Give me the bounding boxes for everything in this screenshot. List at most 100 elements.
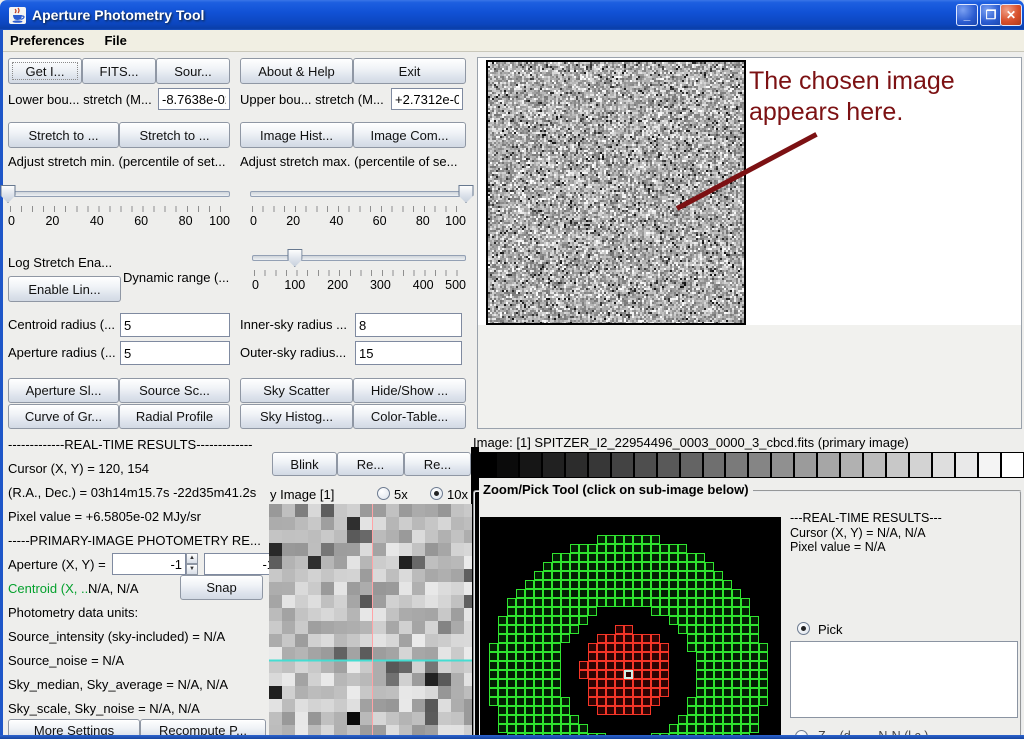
minimize-button[interactable]: _ [956, 4, 978, 26]
realtime-results-title: -------------REAL-TIME RESULTS----------… [8, 437, 253, 452]
pick-results-textarea[interactable] [790, 641, 1018, 718]
lower-bound-input[interactable] [158, 88, 230, 110]
upper-bound-input[interactable] [391, 88, 463, 110]
colorbar-cell [772, 453, 795, 477]
aperture-x-input[interactable] [112, 553, 186, 575]
aperture-radius-label: Aperture radius (... [8, 345, 116, 360]
colorbar-cell [474, 453, 497, 477]
snap-button[interactable]: Snap [180, 575, 263, 600]
sky-scatter-button[interactable]: Sky Scatter [240, 378, 353, 403]
stretch-to-max-button[interactable]: Stretch to ... [119, 122, 230, 148]
photometry-title: -----PRIMARY-IMAGE PHOTOMETRY RE... [8, 533, 261, 548]
outer-sky-radius-input[interactable] [355, 341, 462, 365]
inner-sky-radius-input[interactable] [355, 313, 462, 337]
colorbar-cell [704, 453, 727, 477]
about-help-button[interactable]: About & Help [240, 58, 353, 84]
colorbar-cell [658, 453, 681, 477]
zp-results-title: ---REAL-TIME RESULTS--- [790, 511, 942, 525]
cursor-readout: Cursor (X, Y) = 120, 154 [8, 461, 149, 476]
zp-pixel-readout: Pixel value = N/A [790, 540, 886, 554]
radial-profile-button[interactable]: Radial Profile [119, 404, 230, 429]
aperture-y-input[interactable] [204, 553, 278, 575]
get-image-button[interactable]: Get I... [8, 58, 82, 84]
app-window: Aperture Photometry Tool _ ❐ ✕ Preferenc… [0, 0, 1024, 739]
zoom-pick-title: Zoom/Pick Tool (click on sub-image below… [479, 482, 753, 497]
image-histogram-button[interactable]: Image Hist... [240, 122, 353, 148]
adjust-stretch-min-label: Adjust stretch min. (percentile of set..… [8, 154, 225, 169]
title-bar: Aperture Photometry Tool _ ❐ ✕ [0, 0, 1024, 30]
centroid-radius-label: Centroid radius (... [8, 317, 115, 332]
source-scatter-button[interactable]: Source Sc... [119, 378, 230, 403]
pick-radio[interactable] [797, 622, 810, 635]
stretch-to-min-button[interactable]: Stretch to ... [8, 122, 119, 148]
slider-thumb[interactable] [459, 185, 474, 203]
colorbar-cell [910, 453, 933, 477]
dynamic-range-slider[interactable]: 0100200300400500 [252, 248, 466, 296]
colorbar-cell [543, 453, 566, 477]
blink-button[interactable]: Blink [272, 452, 337, 476]
colorbar-cell [795, 453, 818, 477]
image-filename-caption: Image: [1] SPITZER_I2_22954496_0003_0000… [473, 435, 909, 450]
spin-down-icon[interactable]: ▼ [186, 564, 198, 575]
zoom-10x-label[interactable]: 10x [447, 487, 468, 502]
stretch-max-slider[interactable]: 020406080100 [250, 184, 466, 232]
slider-thumb[interactable] [287, 249, 302, 267]
colorbar-cell [497, 453, 520, 477]
grayscale-colorbar[interactable] [473, 452, 1024, 478]
source-intensity-readout: Source_intensity (sky-included) = N/A [8, 629, 225, 644]
zoom-5x-label[interactable]: 5x [394, 487, 408, 502]
centroid-xy-value: N/A, N/A [88, 581, 139, 596]
menu-preferences[interactable]: Preferences [0, 33, 94, 48]
upper-bound-label: Upper bou... stretch (M... [240, 92, 384, 107]
adjust-stretch-max-label: Adjust stretch max. (percentile of se... [240, 154, 457, 169]
hide-show-button[interactable]: Hide/Show ... [353, 378, 466, 403]
stretch-min-slider[interactable]: 020406080100 [8, 184, 230, 232]
fits-button[interactable]: FITS... [82, 58, 156, 84]
aperture-radius-input[interactable] [120, 341, 230, 365]
menu-file[interactable]: File [94, 33, 136, 48]
radec-readout: (R.A., Dec.) = 03h14m15.7s -22d35m41.2s [8, 485, 256, 500]
enable-linear-button[interactable]: Enable Lin... [8, 276, 121, 302]
aperture-overlay-canvas[interactable] [480, 517, 781, 739]
clipped-option-row: Z... (d... ... N-N (l.c.) [790, 728, 1020, 735]
image-display-panel: The chosen image appears here. [477, 57, 1022, 429]
zoom-10x-radio[interactable] [430, 487, 443, 500]
slider-ticks [254, 270, 464, 276]
display-image-label: y Image [1] [270, 487, 334, 502]
curve-of-growth-button[interactable]: Curve of Gr... [8, 404, 119, 429]
sky-scale-readout: Sky_scale, Sky_noise = N/A, N/A [8, 701, 200, 716]
slider-groove [8, 191, 230, 197]
source-button[interactable]: Sour... [156, 58, 230, 84]
centroid-radius-input[interactable] [120, 313, 230, 337]
lower-bound-label: Lower bou... stretch (M... [8, 92, 152, 107]
pixel-value-readout: Pixel value = +6.5805e-02 MJy/sr [8, 509, 201, 524]
exit-button[interactable]: Exit [353, 58, 466, 84]
sky-histogram-button[interactable]: Sky Histog... [240, 404, 353, 429]
chosen-image-annotation: The chosen image appears here. [749, 66, 955, 128]
inner-sky-radius-label: Inner-sky radius ... [240, 317, 347, 332]
slider-ticks [10, 206, 228, 212]
window-border-left [0, 30, 3, 739]
window-border-bottom [0, 735, 1024, 739]
java-app-icon [9, 7, 26, 24]
colorbar-cell [887, 453, 910, 477]
colorbar-cell [841, 453, 864, 477]
aperture-x-spinner[interactable]: ▲▼ [186, 553, 198, 575]
photometry-units-label: Photometry data units: [8, 605, 138, 620]
maximize-button[interactable]: ❐ [980, 4, 1002, 26]
reset-button-1[interactable]: Re... [337, 452, 404, 476]
color-table-button[interactable]: Color-Table... [353, 404, 466, 429]
zoom-5x-radio[interactable] [377, 487, 390, 500]
log-stretch-label: Log Stretch Ena... [8, 255, 112, 270]
reset-button-2[interactable]: Re... [404, 452, 471, 476]
pick-radio-label[interactable]: Pick [818, 622, 843, 637]
image-computation-button[interactable]: Image Com... [353, 122, 466, 148]
slider-tick-labels: 0100200300400500 [252, 278, 466, 293]
zoom-pixel-canvas[interactable] [269, 504, 472, 739]
slider-groove [250, 191, 466, 197]
spin-up-icon[interactable]: ▲ [186, 553, 198, 564]
aperture-slices-button[interactable]: Aperture Sl... [8, 378, 119, 403]
colorbar-cell [726, 453, 749, 477]
slider-groove [252, 255, 466, 261]
close-button[interactable]: ✕ [1000, 4, 1022, 26]
